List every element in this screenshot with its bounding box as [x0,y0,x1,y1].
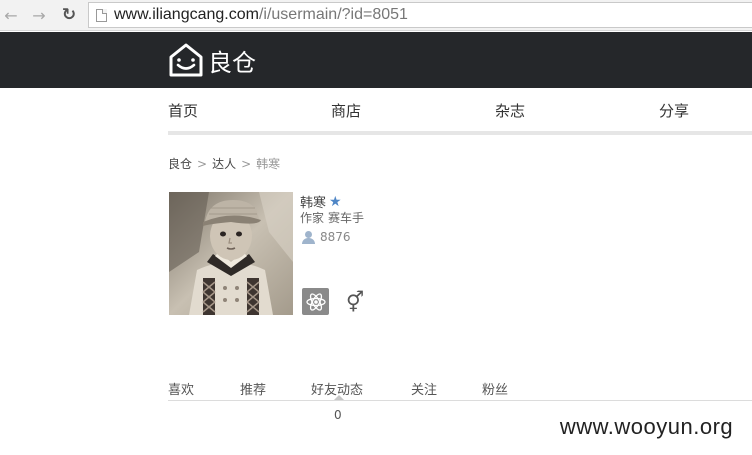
tab-following[interactable]: 关注 [411,379,437,398]
reload-button[interactable]: ↻ [58,5,80,25]
tab-likes[interactable]: 喜欢 [168,379,194,398]
address-bar[interactable]: www.iliangcang.com/i/usermain/?id=8051 [88,2,752,28]
page-icon [96,9,107,22]
tab-count: 0 [334,408,342,422]
url-text: www.iliangcang.com/i/usermain/?id=8051 [114,6,408,24]
back-button[interactable]: ← [0,5,22,25]
profile-tags: 作家 赛车手 [300,209,364,226]
profile-tag: 赛车手 [328,211,365,225]
nav-item-store[interactable]: 商店 [331,100,361,121]
user-icon [302,230,315,244]
atom-icon [305,292,326,311]
nav-item-magazine[interactable]: 杂志 [495,100,525,121]
logo-text: 良仓 [208,48,256,77]
url-path: /i/usermain/?id=8051 [258,6,408,23]
main-nav: 首页 商店 杂志 分享 [168,100,752,124]
breadcrumb: 良仓 > 达人 > 韩寒 [168,155,280,172]
breadcrumb-separator: > [197,157,208,171]
site-header: 良仓 [0,32,752,88]
nav-item-home[interactable]: 首页 [168,100,198,121]
breadcrumb-separator: > [241,157,252,171]
browser-toolbar: ← → ↻ www.iliangcang.com/i/usermain/?id=… [0,0,752,31]
tab-followers[interactable]: 粉丝 [482,379,508,398]
profile-tabs: 喜欢 推荐 好友动态 关注 粉丝 [168,379,752,401]
male-female-icon: ⚥ [346,290,365,314]
visit-count-value: 8876 [320,230,351,244]
avatar[interactable] [169,192,293,315]
reload-icon: ↻ [61,5,77,25]
arrow-left-icon: ← [4,5,18,25]
arrow-right-icon: → [32,5,46,25]
visit-count: 8876 [302,230,351,244]
tabs-divider [168,400,752,401]
breadcrumb-home[interactable]: 良仓 [168,157,192,171]
url-host: www.iliangcang.com [114,6,259,23]
site-logo[interactable]: 良仓 [168,40,256,80]
tab-recommend[interactable]: 推荐 [240,379,266,398]
watermark: www.wooyun.org [541,407,752,447]
star-icon: ★ [329,193,342,210]
avatar-photo [169,192,293,315]
breadcrumb-current: 韩寒 [256,157,281,171]
nav-item-share[interactable]: 分享 [659,100,689,121]
nav-divider [168,131,752,135]
house-smile-icon [169,43,203,77]
breadcrumb-experts[interactable]: 达人 [212,157,236,171]
watermark-text: www.wooyun.org [559,414,734,439]
forward-button[interactable]: → [28,5,50,25]
atom-badge[interactable] [302,288,329,315]
profile-tag: 作家 [300,211,325,225]
